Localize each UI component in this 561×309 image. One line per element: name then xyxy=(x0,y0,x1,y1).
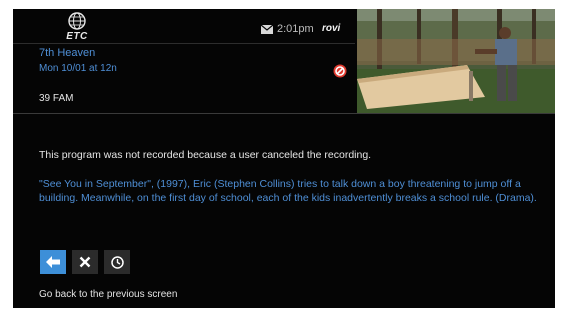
logo-text: ETC xyxy=(66,31,88,42)
program-thumbnail xyxy=(357,9,555,113)
mail-icon xyxy=(261,25,273,34)
back-button[interactable] xyxy=(40,250,66,274)
globe-icon xyxy=(68,12,86,30)
action-hint: Go back to the previous screen xyxy=(39,289,178,300)
close-icon xyxy=(79,256,91,268)
program-title: 7th Heaven xyxy=(39,47,96,59)
header-divider xyxy=(13,43,355,44)
info-header: ETC 2:01pm rovi 7th Heaven Mon 10/01 at … xyxy=(13,9,355,113)
program-airing: Mon 10/01 at 12n xyxy=(39,63,117,74)
section-divider xyxy=(13,113,555,114)
status-message: This program was not recorded because a … xyxy=(39,149,372,161)
tv-screen: ETC 2:01pm rovi 7th Heaven Mon 10/01 at … xyxy=(13,9,555,308)
action-bar xyxy=(40,250,130,274)
logo: ETC xyxy=(57,12,97,42)
clock-icon xyxy=(110,255,124,269)
brand-logo: rovi xyxy=(322,23,341,34)
no-record-icon xyxy=(333,64,347,78)
delete-button[interactable] xyxy=(72,250,98,274)
back-arrow-icon xyxy=(46,256,60,268)
current-time: 2:01pm xyxy=(277,23,314,35)
channel-label: 39 FAM xyxy=(39,93,74,104)
program-description: "See You in September", (1997), Eric (St… xyxy=(39,178,537,204)
schedule-button[interactable] xyxy=(104,250,130,274)
